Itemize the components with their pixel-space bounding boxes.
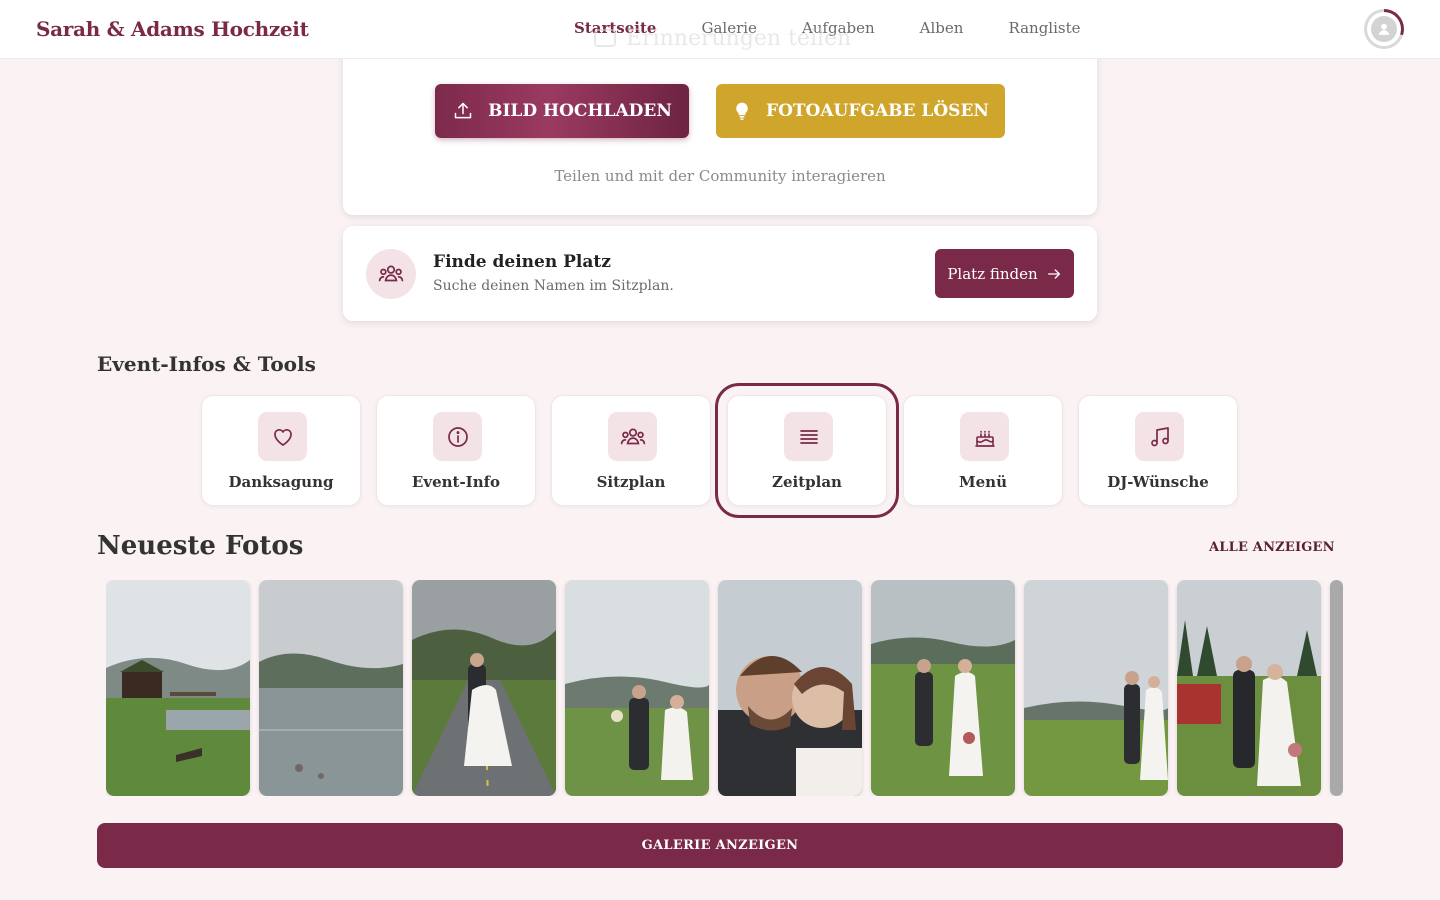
tool-danksagung[interactable]: Danksagung [201,395,361,506]
photo-thumbnail[interactable] [259,580,403,796]
tool-event-info[interactable]: Event-Info [376,395,536,506]
show-gallery-button[interactable]: GALERIE ANZEIGEN [97,823,1343,868]
latest-photos-title: Neueste Fotos [97,531,304,561]
upload-subtitle: Teilen und mit der Community interagiere… [554,167,886,185]
event-tools-title: Event-Infos & Tools [97,352,316,376]
photo-strip[interactable] [106,580,1343,796]
nav-aufgaben[interactable]: Aufgaben [802,19,875,37]
seat-finder-subtitle: Suche deinen Namen im Sitzplan. [433,278,674,294]
find-seat-button[interactable]: Platz finden [935,249,1074,298]
seat-finder-title: Finde deinen Platz [433,252,611,272]
tool-sitzplan[interactable]: Sitzplan [551,395,711,506]
heart-icon [258,412,307,461]
music-icon [1135,412,1184,461]
tool-label: Sitzplan [596,473,666,491]
photo-task-button[interactable]: FOTOAUFGABE LÖSEN [716,84,1005,138]
nav-rangliste[interactable]: Rangliste [1008,19,1080,37]
find-seat-label: Platz finden [947,264,1038,283]
brand-title[interactable]: Sarah & Adams Hochzeit [36,17,309,41]
people-icon [366,249,416,299]
nav-alben[interactable]: Alben [920,19,964,37]
avatar-inner [1367,12,1401,46]
people-icon [608,412,657,461]
photo-thumbnail[interactable] [1024,580,1168,796]
upload-image-button[interactable]: BILD HOCHLADEN [435,84,689,138]
tool-dj-wuensche[interactable]: DJ-Wünsche [1078,395,1238,506]
upload-card: BILD HOCHLADEN FOTOAUFGABE LÖSEN Teilen … [343,40,1097,215]
cake-icon [960,412,1009,461]
photo-thumbnail[interactable] [1330,580,1343,796]
seat-finder-card: Finde deinen Platz Suche deinen Namen im… [343,226,1097,321]
tool-label: DJ-Wünsche [1107,473,1209,491]
tool-label: Menü [959,473,1007,491]
main-nav: Startseite Galerie Aufgaben Alben Rangli… [574,19,1126,37]
photo-thumbnail[interactable] [412,580,556,796]
tool-zeitplan[interactable]: Zeitplan [715,383,899,518]
tool-label: Event-Info [411,473,501,491]
nav-galerie[interactable]: Galerie [701,19,756,37]
info-icon [433,412,482,461]
tool-label: Danksagung [228,473,334,491]
upload-icon [454,102,472,119]
photo-thumbnail[interactable] [565,580,709,796]
photo-task-label: FOTOAUFGABE LÖSEN [766,101,989,121]
tool-menue[interactable]: Menü [903,395,1063,506]
user-avatar[interactable] [1364,9,1404,49]
arrow-right-icon [1047,268,1060,279]
upload-image-label: BILD HOCHLADEN [488,101,672,121]
photo-thumbnail[interactable] [871,580,1015,796]
tool-label: Zeitplan [772,473,842,491]
photo-thumbnail[interactable] [718,580,862,796]
photo-thumbnail[interactable] [106,580,250,796]
user-icon [1371,16,1397,42]
show-all-link[interactable]: ALLE ANZEIGEN [1209,540,1335,555]
top-navigation-bar: Sarah & Adams Hochzeit Startseite Galeri… [0,0,1440,59]
lightbulb-icon [736,102,748,120]
nav-startseite[interactable]: Startseite [574,19,656,37]
list-icon [784,412,833,461]
photo-thumbnail[interactable] [1177,580,1321,796]
